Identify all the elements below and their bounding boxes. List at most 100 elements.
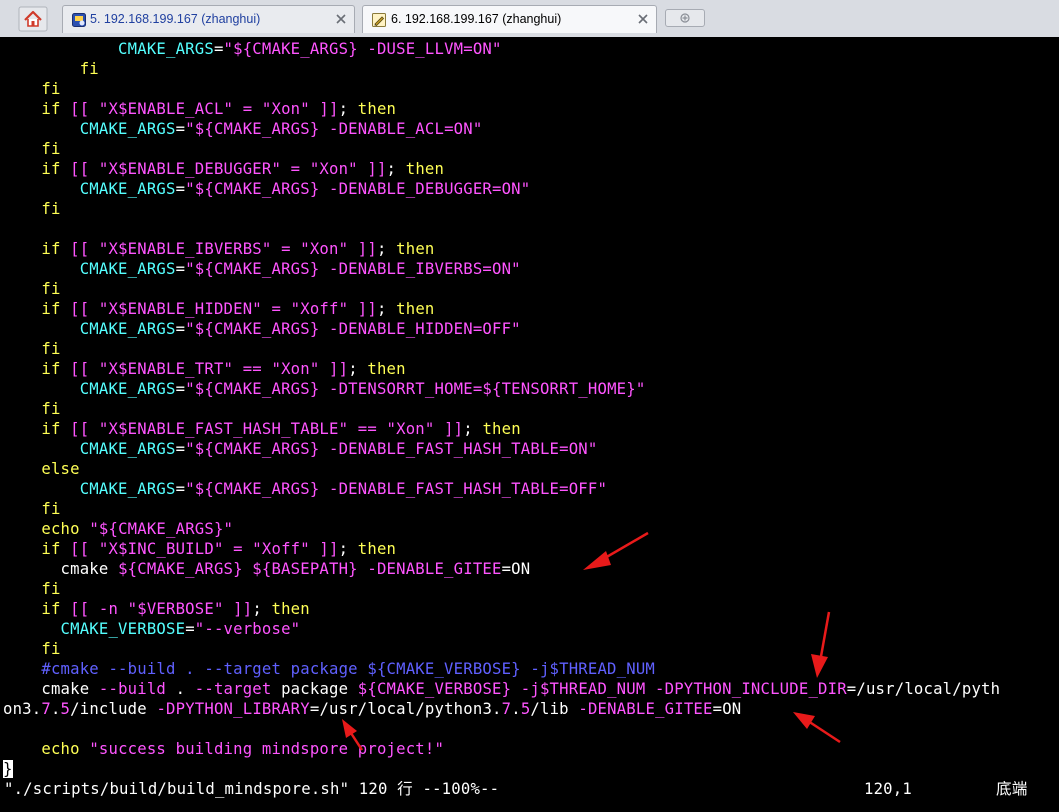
code-token: else xyxy=(3,460,80,478)
code-token: ; xyxy=(338,100,358,118)
code-token: then xyxy=(271,600,310,618)
code-token: "${CMAKE_ARGS}" xyxy=(89,520,234,538)
code-token: -DENABLE_GITEE xyxy=(578,700,713,718)
code-token: fi xyxy=(3,140,61,158)
code-token: . xyxy=(166,680,195,698)
home-icon xyxy=(18,6,48,32)
code-token: ; xyxy=(386,160,406,178)
code-token: then xyxy=(357,540,397,558)
cursor: } xyxy=(3,760,13,778)
code-token: fi xyxy=(3,60,99,78)
code-line: fi xyxy=(3,199,61,219)
code-line: fi xyxy=(3,59,99,79)
code-token: CMAKE_VERBOSE xyxy=(3,620,186,638)
code-token: cmake xyxy=(3,560,119,578)
tab-bar: 5. 192.168.199.167 (zhanghui) 6. 192.168… xyxy=(0,0,1059,38)
code-token: --build xyxy=(98,680,167,698)
code-line: if [[ -n "$VERBOSE" ]]; then xyxy=(3,599,310,619)
code-token: . xyxy=(511,700,521,718)
code-token: ; xyxy=(252,600,272,618)
code-token: 5 xyxy=(60,700,71,718)
code-token: fi xyxy=(3,400,61,418)
code-token: -DPYTHON_LIBRARY xyxy=(156,700,310,718)
tab-session-5[interactable]: 5. 192.168.199.167 (zhanghui) xyxy=(62,5,355,33)
code-token: fi xyxy=(3,200,61,218)
code-line: CMAKE_ARGS="${CMAKE_ARGS} -DENABLE_ACL=O… xyxy=(3,119,483,139)
code-line: CMAKE_ARGS="${CMAKE_ARGS} -DENABLE_FAST_… xyxy=(3,479,607,499)
code-token: = xyxy=(175,120,186,138)
code-token: =/usr/local/python3. xyxy=(309,700,502,718)
code-token: ${CMAKE_VERBOSE} -j$THREAD_NUM -DPYTHON_… xyxy=(357,680,847,698)
code-token: CMAKE_ARGS xyxy=(3,440,176,458)
vim-scroll-position: 底端 xyxy=(996,780,1028,798)
code-token: ; xyxy=(463,420,483,438)
code-token: = xyxy=(213,40,224,58)
code-token: if xyxy=(3,160,61,178)
code-token: then xyxy=(396,300,435,318)
code-token: fi xyxy=(3,80,61,98)
code-token: if xyxy=(3,420,61,438)
code-line: CMAKE_ARGS="${CMAKE_ARGS} -DENABLE_IBVER… xyxy=(3,259,521,279)
code-line: echo "${CMAKE_ARGS}" xyxy=(3,519,233,539)
code-token: =ON xyxy=(712,700,742,718)
code-token: CMAKE_ARGS xyxy=(3,40,214,58)
home-button[interactable] xyxy=(18,6,48,32)
code-token: "${CMAKE_ARGS} -DUSE_LLVM=ON" xyxy=(223,40,502,58)
code-line: fi xyxy=(3,639,61,659)
code-line: fi xyxy=(3,399,61,419)
new-tab-button[interactable] xyxy=(665,9,705,27)
code-line: fi xyxy=(3,499,61,519)
code-token: CMAKE_ARGS xyxy=(3,320,176,338)
code-line: on3.7.5/include -DPYTHON_LIBRARY=/usr/lo… xyxy=(3,699,741,719)
code-line: CMAKE_ARGS="${CMAKE_ARGS} -DENABLE_FAST_… xyxy=(3,439,598,459)
close-icon[interactable] xyxy=(636,12,650,26)
tab-label: 5. 192.168.199.167 (zhanghui) xyxy=(90,12,261,26)
code-token: CMAKE_ARGS xyxy=(3,120,176,138)
code-token: "${CMAKE_ARGS} -DENABLE_FAST_HASH_TABLE=… xyxy=(185,480,608,498)
code-token: --target xyxy=(194,680,272,698)
code-token: ; xyxy=(376,300,397,318)
code-token: "${CMAKE_ARGS} -DENABLE_DEBUGGER=ON" xyxy=(185,180,531,198)
code-line: CMAKE_ARGS="${CMAKE_ARGS} -DENABLE_HIDDE… xyxy=(3,319,521,339)
code-token: CMAKE_ARGS xyxy=(3,380,176,398)
code-token: "${CMAKE_ARGS} -DENABLE_ACL=ON" xyxy=(185,120,483,138)
vim-cursor-position: 120,1 xyxy=(864,780,912,798)
code-token: fi xyxy=(3,640,61,658)
code-token: on3. xyxy=(3,700,42,718)
terminal-screen[interactable]: CMAKE_ARGS="${CMAKE_ARGS} -DUSE_LLVM=ON"… xyxy=(0,37,1059,812)
code-line: fi xyxy=(3,579,61,599)
code-token: = xyxy=(175,380,186,398)
tab-session-6[interactable]: 6. 192.168.199.167 (zhanghui) xyxy=(362,5,657,33)
code-line: if [[ "X$ENABLE_ACL" = "Xon" ]]; then xyxy=(3,99,396,119)
code-token: "success building mindspore project!" xyxy=(89,740,445,758)
code-line: } xyxy=(3,759,13,779)
code-token: [[ "X$ENABLE_IBVERBS" = "Xon" ]] xyxy=(70,240,377,258)
code-token: if xyxy=(3,360,61,378)
code-token: /include xyxy=(70,700,157,718)
code-token: fi xyxy=(3,340,61,358)
code-token: [[ "X$ENABLE_HIDDEN" = "Xoff" ]] xyxy=(70,300,377,318)
code-line: CMAKE_VERBOSE="--verbose" xyxy=(3,619,301,639)
code-line: #cmake --build . --target package ${CMAK… xyxy=(3,659,655,679)
code-line: cmake --build . --target package ${CMAKE… xyxy=(3,679,1000,699)
code-token: if xyxy=(3,600,61,618)
code-line: else xyxy=(3,459,80,479)
code-token: "${CMAKE_ARGS} -DENABLE_HIDDEN=OFF" xyxy=(185,320,521,338)
code-line: fi xyxy=(3,279,61,299)
code-token: if xyxy=(3,100,61,118)
code-token: "${CMAKE_ARGS} -DENABLE_IBVERBS=ON" xyxy=(185,260,521,278)
code-token: CMAKE_ARGS xyxy=(3,480,176,498)
code-token: CMAKE_ARGS xyxy=(3,260,176,278)
plus-icon xyxy=(680,13,690,23)
code-token: [[ "X$INC_BUILD" = "Xoff" ]] xyxy=(70,540,339,558)
code-token: "${CMAKE_ARGS} -DENABLE_FAST_HASH_TABLE=… xyxy=(185,440,598,458)
code-token: fi xyxy=(3,280,61,298)
code-token: [[ "X$ENABLE_FAST_HASH_TABLE" == "Xon" ]… xyxy=(70,420,464,438)
close-icon[interactable] xyxy=(334,12,348,26)
code-line: fi xyxy=(3,79,61,99)
